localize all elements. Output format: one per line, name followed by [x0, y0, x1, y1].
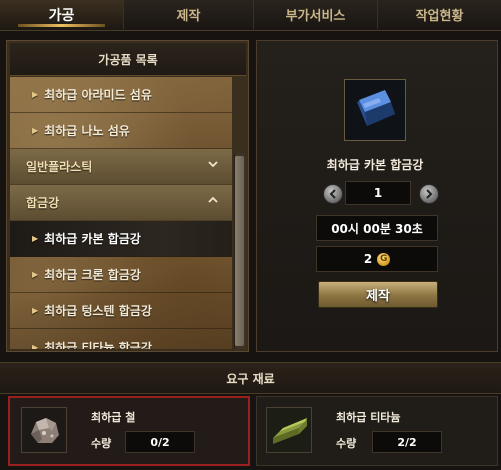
list-item-tungsten-alloy[interactable]: ▶ 최하급 텅스텐 합금강	[10, 293, 232, 329]
tab-work-status[interactable]: 작업현황	[378, 0, 501, 29]
list-item-nano-fiber[interactable]: ▶ 최하급 나노 섬유	[10, 113, 232, 149]
chevron-right-icon	[426, 189, 433, 199]
bullet-icon: ▶	[32, 90, 39, 99]
tab-label: 제작	[176, 9, 201, 24]
material-icon-slot	[21, 407, 67, 453]
list-item-carbon-alloy[interactable]: ▶ 최하급 카본 합금강	[10, 221, 232, 257]
list-item-label: 최하급 아라미드 섬유	[44, 88, 152, 102]
material-qty-value: 2/2	[372, 431, 442, 453]
tab-processing[interactable]: 가공	[0, 0, 124, 29]
titanium-bar-icon	[267, 408, 311, 452]
category-alloy-steel[interactable]: 합금강	[10, 185, 232, 221]
tab-label: 작업현황	[415, 9, 464, 24]
bullet-icon: ▶	[32, 306, 39, 315]
list-item-chrome-alloy[interactable]: ▶ 최하급 크론 합금강	[10, 257, 232, 293]
decrease-quantity-button[interactable]	[323, 184, 343, 204]
selected-item-name: 최하급 카본 합금강	[326, 158, 424, 172]
tab-extra-services[interactable]: 부가서비스	[254, 0, 378, 29]
list-item-aramid-fiber[interactable]: ▶ 최하급 아라미드 섬유	[10, 77, 232, 113]
item-list-title: 가공품 목록	[10, 43, 246, 76]
cost-value: 2	[363, 252, 373, 266]
bullet-icon: ▶	[32, 126, 39, 135]
bullet-icon: ▶	[32, 342, 39, 350]
material-name: 최하급 철	[91, 411, 136, 424]
tab-label: 부가서비스	[285, 9, 346, 24]
iron-ore-icon	[22, 408, 66, 452]
list-item-titanium-alloy[interactable]: ▶ 최하급 티타늄 합금강	[10, 329, 232, 350]
chevron-left-icon	[329, 189, 336, 199]
increase-quantity-button[interactable]	[419, 184, 439, 204]
required-materials-title: 요구 재료	[0, 362, 501, 394]
material-icon-slot	[266, 407, 312, 453]
item-icon-slot	[344, 79, 406, 141]
bullet-icon: ▶	[32, 270, 39, 279]
bullet-icon: ▶	[32, 234, 39, 243]
list-item-label: 최하급 크론 합금강	[44, 268, 141, 282]
craft-button[interactable]: 제작	[318, 281, 438, 308]
material-name: 최하급 티타늄	[336, 411, 401, 424]
material-qty-label: 수량	[91, 437, 112, 450]
chevron-up-icon	[208, 196, 218, 203]
processing-time: 00시 00분 30초	[316, 215, 438, 241]
material-qty-value: 0/2	[125, 431, 195, 453]
list-item-label: 최하급 티타늄 합금강	[44, 340, 152, 350]
list-scrollbar-thumb[interactable]	[235, 156, 244, 346]
tab-crafting[interactable]: 제작	[124, 0, 254, 29]
quantity-input[interactable]: 1	[345, 181, 411, 205]
category-label: 합금강	[26, 196, 60, 210]
list-item-label: 최하급 텅스텐 합금강	[44, 304, 152, 318]
chevron-down-icon	[208, 161, 218, 168]
active-tab-indicator	[18, 24, 105, 27]
list-item-label: 최하급 카본 합금강	[44, 232, 141, 246]
category-label: 일반플라스틱	[26, 160, 93, 174]
item-list: ▶ 최하급 아라미드 섬유 ▶ 최하급 나노 섬유 일반플라스틱 합금강 ▶ 최…	[10, 77, 232, 349]
tab-label: 가공	[48, 7, 75, 24]
processing-cost: 2 G	[316, 246, 438, 272]
material-qty-label: 수량	[336, 437, 357, 450]
steel-plate-icon	[345, 80, 405, 140]
list-item-label: 최하급 나노 섬유	[44, 124, 130, 138]
category-plastic[interactable]: 일반플라스틱	[10, 149, 232, 185]
gold-coin-icon: G	[377, 252, 391, 266]
